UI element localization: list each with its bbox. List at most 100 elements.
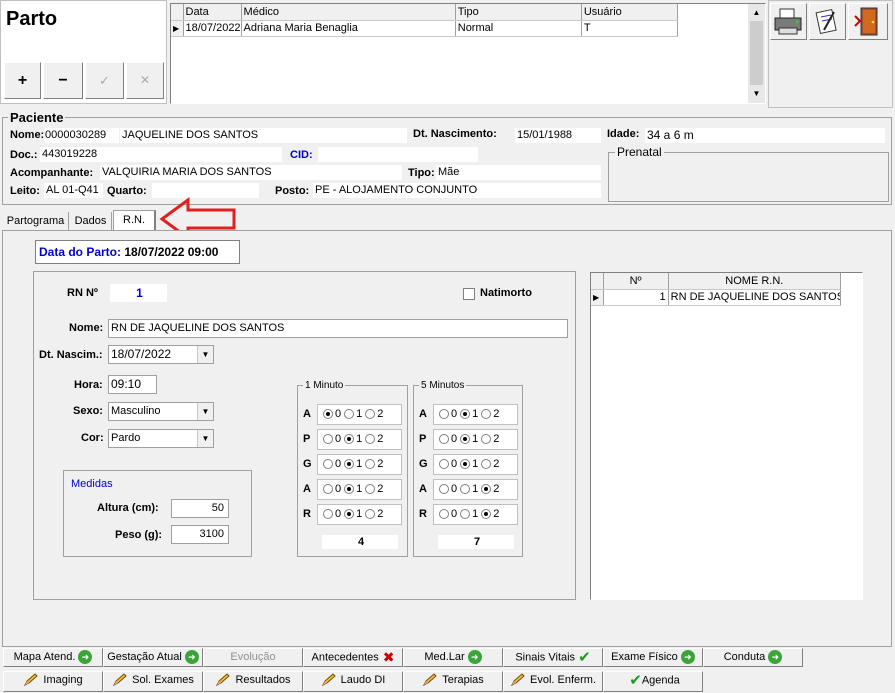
apgar-radio[interactable]	[460, 434, 471, 445]
apgar-radio[interactable]	[481, 434, 492, 445]
table-row[interactable]: ▶ 1 RN DE JAQUELINE DOS SANTOS	[591, 289, 842, 306]
rn-cor-select[interactable]: Pardo ▼	[108, 429, 214, 448]
nav-button-imaging[interactable]: Imaging	[3, 671, 103, 692]
col-rn-num[interactable]: Nº	[603, 273, 669, 290]
nav-button-exame-f-sico[interactable]: Exame Físico ➜	[603, 648, 703, 667]
exit-door-icon[interactable]	[848, 3, 888, 40]
chevron-down-icon[interactable]: ▼	[197, 430, 213, 447]
rn-nome-label: Nome:	[69, 322, 104, 334]
apgar-1min-letter-2: G	[303, 458, 312, 470]
go-arrow-icon: ➜	[184, 650, 199, 665]
apgar-radio[interactable]	[365, 484, 376, 495]
apgar-radio[interactable]	[460, 409, 471, 420]
nav-button-laudo-di[interactable]: Laudo DI	[303, 671, 403, 692]
rn-dtnasc-picker[interactable]: 18/07/2022 ▼	[108, 345, 214, 364]
apgar-radio[interactable]	[365, 409, 376, 420]
add-button[interactable]: +	[4, 62, 41, 99]
rn-grid[interactable]: Nº NOME R.N. ▶ 1 RN DE JAQUELINE DOS SAN…	[590, 272, 863, 600]
scroll-up-icon[interactable]: ▲	[748, 4, 765, 21]
apgar-radio[interactable]	[323, 459, 333, 470]
apgar-radio[interactable]	[439, 484, 449, 495]
remove-button[interactable]: −	[43, 62, 83, 99]
nav-button-terapias[interactable]: Terapias	[403, 671, 503, 692]
cell-rn-nome: RN DE JAQUELINE DOS SANTOS	[668, 289, 842, 306]
nav-button-label: Conduta	[723, 651, 766, 663]
go-arrow-icon: ➜	[467, 650, 482, 665]
nav-button-sinais-vitais[interactable]: Sinais Vitais ✔	[503, 648, 603, 667]
nav-button-gesta-o-atual[interactable]: Gestação Atual ➜	[103, 648, 203, 667]
apgar-radio[interactable]	[460, 484, 471, 495]
apgar-radio[interactable]	[323, 434, 333, 445]
grid-scrollbar[interactable]: ▲ ▼	[748, 4, 765, 103]
col-usuario[interactable]: Usuário	[581, 4, 679, 21]
apgar-radio-label: 1	[356, 433, 363, 445]
altura-input[interactable]: 50	[171, 499, 229, 518]
cell-tipo: Normal	[455, 20, 582, 37]
apgar-1min-letter-0: A	[303, 408, 311, 420]
tab-rn[interactable]: R.N.	[113, 210, 156, 231]
col-tipo[interactable]: Tipo	[455, 4, 582, 21]
nav-button-sol-exames[interactable]: Sol. Exames	[103, 671, 203, 692]
col-medico[interactable]: Médico	[241, 4, 456, 21]
nav-button-mapa-atend-[interactable]: Mapa Atend. ➜	[3, 648, 103, 667]
apgar-radio[interactable]	[365, 459, 376, 470]
tab-dados[interactable]: Dados	[70, 212, 112, 231]
apgar-radio[interactable]	[481, 459, 492, 470]
table-row[interactable]: ▶ 18/07/2022 Adriana Maria Benaglia Norm…	[171, 20, 679, 37]
chevron-down-icon[interactable]: ▼	[197, 346, 213, 363]
row-pointer-icon: ▶	[591, 289, 604, 306]
nav-button-agenda[interactable]: ✔Agenda	[603, 671, 703, 692]
pencil-icon	[112, 673, 128, 687]
apgar-radio[interactable]	[439, 459, 449, 470]
col-data[interactable]: Data	[183, 4, 242, 21]
rn-sexo-select[interactable]: Masculino ▼	[108, 402, 214, 421]
tab-partograma[interactable]: Partograma	[3, 212, 69, 231]
nav-button-med-lar[interactable]: Med.Lar ➜	[403, 648, 503, 667]
apgar-radio[interactable]	[365, 434, 376, 445]
rn-dtnasc-value: 18/07/2022	[111, 347, 172, 361]
apgar-radio[interactable]	[460, 459, 471, 470]
apgar-radio[interactable]	[344, 484, 355, 495]
apgar-radio[interactable]	[481, 409, 492, 420]
apgar-radio[interactable]	[439, 434, 449, 445]
cancel-button[interactable]: ✕	[126, 62, 164, 99]
apgar-radio[interactable]	[323, 509, 333, 520]
nav-button-evolu-o[interactable]: Evolução	[203, 648, 303, 667]
rn-nome-input[interactable]: RN DE JAQUELINE DOS SANTOS	[108, 319, 568, 338]
natimorto-label: Natimorto	[480, 287, 532, 299]
nav-button-antecedentes[interactable]: Antecedentes ✖	[303, 648, 403, 667]
apgar-1min-letter-1: P	[303, 433, 311, 445]
apgar-radio[interactable]	[323, 484, 333, 495]
apgar-radio-label: 0	[335, 408, 342, 420]
apgar-radio-label: 2	[377, 408, 384, 420]
peso-input[interactable]: 3100	[171, 525, 229, 544]
apgar-1min-title: 1 Minuto	[303, 380, 346, 391]
printer-icon[interactable]	[770, 3, 807, 40]
apgar-radio[interactable]	[365, 509, 376, 520]
rn-hora-input[interactable]: 09:10	[108, 375, 157, 394]
natimorto-checkbox[interactable]	[463, 288, 475, 300]
apgar-radio[interactable]	[439, 509, 449, 520]
apgar-radio[interactable]	[344, 409, 355, 420]
document-edit-icon[interactable]	[809, 3, 846, 40]
apgar-radio[interactable]	[344, 434, 355, 445]
nav-button-resultados[interactable]: Resultados	[203, 671, 303, 692]
nav-button-conduta[interactable]: Conduta ➜	[703, 648, 803, 667]
apgar-5min-radio-row-2: 0 1 2	[433, 454, 518, 475]
nav-button-evol-enferm-[interactable]: Evol. Enferm.	[503, 671, 603, 692]
col-rn-nome[interactable]: NOME R.N.	[668, 273, 842, 290]
apgar-radio[interactable]	[439, 409, 449, 420]
scroll-down-icon[interactable]: ▼	[748, 85, 765, 102]
confirm-button[interactable]: ✓	[85, 62, 124, 99]
apgar-radio[interactable]	[323, 409, 333, 420]
rn-cor-value: Pardo	[111, 432, 141, 444]
chevron-down-icon[interactable]: ▼	[197, 403, 213, 420]
scroll-thumb[interactable]	[750, 21, 763, 85]
apgar-radio[interactable]	[481, 484, 492, 495]
apgar-radio[interactable]	[344, 509, 355, 520]
apgar-radio[interactable]	[460, 509, 471, 520]
apgar-5min-radio-row-4: 0 1 2	[433, 504, 518, 525]
parto-grid[interactable]: Data Médico Tipo Usuário ▶ 18/07/2022 Ad…	[170, 3, 766, 104]
apgar-radio[interactable]	[481, 509, 492, 520]
apgar-radio[interactable]	[344, 459, 355, 470]
